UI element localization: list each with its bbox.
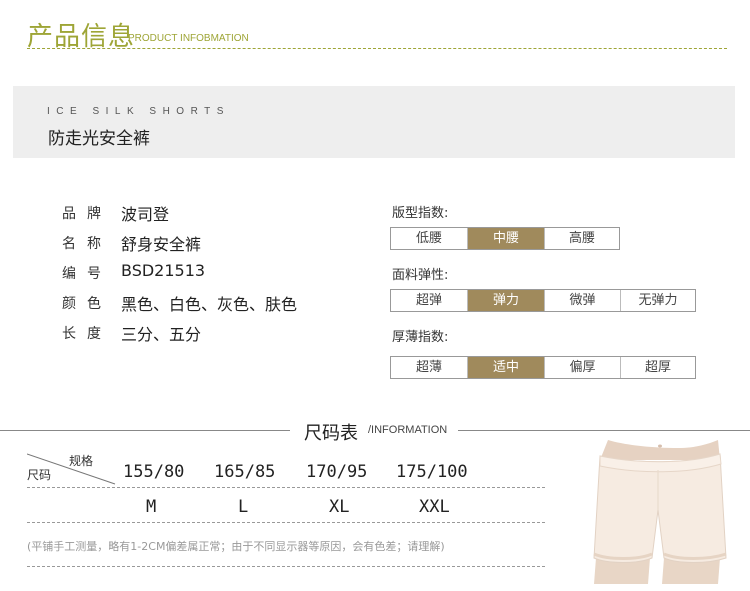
header-title-en: PRODUCT INFOBMATION <box>128 33 249 44</box>
index-option: 超厚 <box>644 360 671 375</box>
product-banner: ICE SILK SHORTS 防走光安全裤 <box>13 86 735 158</box>
size-spec: 165/85 <box>214 462 276 482</box>
spec-label: 名称 <box>62 236 112 252</box>
index-title-fit: 版型指数: <box>392 206 449 221</box>
size-table-title: 尺码表 <box>304 423 358 444</box>
index-option: 高腰 <box>568 231 595 246</box>
index-option: 无弹力 <box>638 293 678 308</box>
size-spec: 175/100 <box>396 462 468 482</box>
size-code: XL <box>329 497 350 517</box>
size-code: L <box>238 497 249 517</box>
size-header-corner: 规格 尺码 <box>27 446 117 486</box>
row-divider <box>27 566 545 567</box>
header-divider <box>27 48 727 49</box>
spec-value: 舒身安全裤 <box>121 235 202 254</box>
index-title-thickness: 厚薄指数: <box>392 330 449 345</box>
spec-label: 编号 <box>62 266 112 282</box>
spec-value: BSD21513 <box>121 261 206 280</box>
size-divider-left <box>0 430 290 431</box>
spec-value: 黑色、白色、灰色、肤色 <box>121 295 298 314</box>
size-spec: 155/80 <box>123 462 185 482</box>
index-option: 超薄 <box>391 357 468 378</box>
size-note: (平铺手工测量，略有1-2CM偏差属正常；由于不同显示器等原因，会有色差；请理解… <box>27 540 445 553</box>
row-divider <box>27 522 545 523</box>
size-code: M <box>146 497 157 517</box>
size-divider-right <box>458 430 750 431</box>
banner-title-en: ICE SILK SHORTS <box>47 106 230 117</box>
row-divider <box>27 487 545 488</box>
banner-title-cn: 防走光安全裤 <box>48 129 150 149</box>
spec-label: 品牌 <box>62 206 112 222</box>
index-option-selected: 中腰 <box>468 228 545 249</box>
index-option: 低腰 <box>391 228 468 249</box>
index-group-elasticity: 超弹 弹力 微弹 无弹力 <box>390 289 696 312</box>
spec-label: 长度 <box>62 326 112 342</box>
header-spec-label: 规格 <box>69 454 94 468</box>
index-group-fit: 低腰 中腰 高腰 <box>390 227 620 250</box>
size-code: XXL <box>419 497 450 517</box>
spec-value: 三分、五分 <box>121 325 202 344</box>
size-spec: 170/95 <box>306 462 368 482</box>
product-image <box>578 440 738 584</box>
spec-label: 颜色 <box>62 296 112 312</box>
index-title-elasticity: 面料弹性: <box>392 268 449 283</box>
index-option-selected: 适中 <box>468 357 545 378</box>
index-option: 微弹 <box>545 290 621 311</box>
shorts-illustration <box>593 440 727 584</box>
size-table-title-en: /INFORMATION <box>368 424 448 436</box>
header-code-label: 尺码 <box>27 468 52 482</box>
index-option-selected: 弹力 <box>468 290 545 311</box>
index-option: 超弹 <box>391 290 468 311</box>
index-group-thickness: 超薄 适中 偏厚 超厚 <box>390 356 696 379</box>
spec-value: 波司登 <box>121 205 170 224</box>
index-option: 偏厚 <box>545 357 621 378</box>
